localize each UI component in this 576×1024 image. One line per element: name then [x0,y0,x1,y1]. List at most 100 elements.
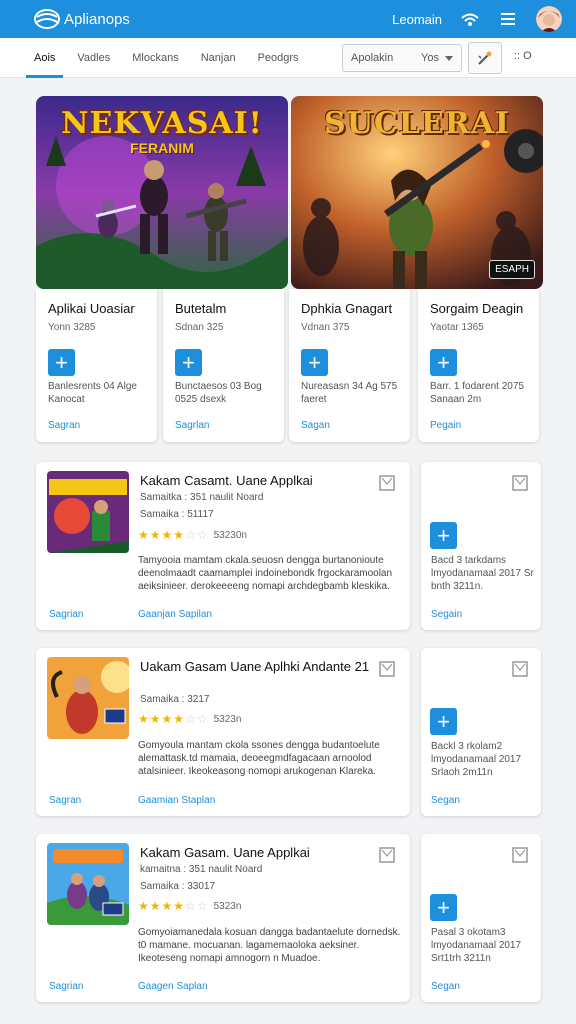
filter-button[interactable] [468,42,502,74]
star-rating: ★ ★ ★ ★ ☆ ☆ 5323n [138,899,241,913]
side-link[interactable]: Segan [431,981,460,992]
app-card-2[interactable]: Butetalm Sdnan 325 + Bunctaesos 03 Bog 0… [163,289,284,442]
bookmark-icon[interactable] [511,660,529,678]
rating-count: 5323n [213,900,242,912]
star-icon: ☆ [196,528,208,542]
bookmark-icon[interactable] [378,660,396,678]
plus-icon: + [55,349,68,375]
side-card[interactable]: + Bacd 3 tarkdams lmyodanamaal 2017 Sr b… [421,462,541,630]
list-desc: Gomyoiamanedala kosuan dangga badantaelu… [138,927,401,964]
app-subtitle: Yonn 3285 [48,322,96,333]
bookmark-icon[interactable] [378,846,396,864]
star-rating: ★ ★ ★ ★ ☆ ☆ 53230n [138,528,247,542]
app-card-1[interactable]: Aplikai Uoasiar Yonn 3285 + Banlesrents … [36,289,157,442]
star-rating: ★ ★ ★ ★ ☆ ☆ 5323n [138,712,241,726]
featured-badge-2: ESAPH [489,260,535,279]
star-icon: ★ [161,899,173,913]
add-button[interactable]: + [48,349,75,376]
app-title: Aplikai Uoasiar [48,301,135,316]
app-link[interactable]: Sagan [301,420,330,431]
app-card-4[interactable]: Sorgaim Deagin Yaotar 1365 + Barr. 1 fod… [418,289,539,442]
list-desc: Tamyooia mamtam ckala.seuosn dengga burt… [138,555,393,592]
list-item[interactable]: Uakam Gasam Uane Aplhki Andante 21 Samai… [36,648,410,816]
logo-icon [34,9,60,29]
list-item[interactable]: Kakam Casamt. Uane Applkai Samaitka : 35… [36,462,410,630]
app-thumbnail [47,843,129,925]
app-title: Dphkia Gnagart [301,301,393,316]
top-bar: Aplianops Leomain [0,0,576,38]
plus-icon: + [437,522,450,548]
list-title: Kakam Gasam. Uane Applkai [140,845,310,860]
rating-count: 5323n [213,713,242,725]
avatar[interactable] [536,6,562,32]
list-meta: Samaika : 33017 [140,881,216,892]
rating-count: 53230n [213,529,247,541]
side-desc: Backl 3 rkolam2 lmyodanamaal 2017 Srlaoh… [431,741,522,778]
featured-title-2: SUCLERAI [324,106,510,141]
tab-4[interactable]: Peodgrs [258,38,299,78]
featured-title-1: NEKVASAI! [61,106,263,141]
header-link[interactable]: Leomain [392,12,442,27]
bookmark-icon[interactable] [511,846,529,864]
list-meta: kamaitna : 351 naulit Noard [140,864,263,875]
brand-name: Aplianops [64,10,130,28]
list-link[interactable]: Sagran [49,795,81,806]
add-button[interactable]: + [430,894,457,921]
add-button[interactable]: + [175,349,202,376]
plus-icon: + [437,349,450,375]
app-desc: Nureasasn 34 Ag 575 faeret [301,381,398,405]
star-icon: ★ [161,528,173,542]
side-desc: Pasal 3 okotam3 lmyodanamaal 2017 Srt1tr… [431,927,522,964]
app-link[interactable]: Sagrlan [175,420,209,431]
add-button[interactable]: + [430,522,457,549]
add-button[interactable]: + [430,349,457,376]
network-icon[interactable] [460,9,480,29]
list-title: Uakam Gasam Uane Aplhki Andante 21 [140,659,370,674]
side-link[interactable]: Segan [431,795,460,806]
add-button[interactable]: + [301,349,328,376]
list-link[interactable]: Gaagen Saplan [138,981,208,992]
side-card[interactable]: + Backl 3 rkolam2 lmyodanamaal 2017 Srla… [421,648,541,816]
menu-icon[interactable] [498,9,518,29]
view-toggle[interactable]: :: O [514,50,532,62]
list-link[interactable]: Gaamian Staplan [138,795,215,806]
bookmark-icon[interactable] [378,474,396,492]
tab-2[interactable]: Mlockans [132,38,178,78]
filter-select-value: Yos [421,52,439,64]
filter-select[interactable]: Apolakin Yos [342,44,462,72]
bookmark-icon[interactable] [511,474,529,492]
star-icon: ☆ [196,712,208,726]
tab-0[interactable]: Aois [25,38,64,78]
star-icon: ★ [173,528,185,542]
list-item[interactable]: Kakam Gasam. Uane Applkai kamaitna : 351… [36,834,410,1002]
app-subtitle: Vdnan 375 [301,322,350,333]
app-link[interactable]: Pegain [430,420,461,431]
tab-1[interactable]: Vadles [77,38,110,78]
tab-3[interactable]: Nanjan [201,38,236,78]
filter-select-label: Apolakin [351,52,394,64]
side-link[interactable]: Segain [431,609,462,620]
side-card[interactable]: + Pasal 3 okotam3 lmyodanamaal 2017 Srt1… [421,834,541,1002]
tabs-bar: Aois Vadles Mlockans Nanjan Peodgrs Apol… [0,38,576,78]
list-meta: Samaitka : 351 naulit Noard [140,492,264,503]
star-icon: ☆ [185,899,196,913]
star-icon: ★ [173,712,185,726]
add-button[interactable]: + [430,708,457,735]
app-card-3[interactable]: Dphkia Gnagart Vdnan 375 + Nureasasn 34 … [289,289,410,442]
list-link[interactable]: Sagrian [49,609,83,620]
wand-icon [478,51,492,65]
list-link[interactable]: Sagrian [49,981,83,992]
featured-banner-2[interactable]: SUCLERAI ESAPH [291,96,543,289]
featured-subtitle-1: FERANIM [130,140,194,156]
app-thumbnail [47,657,129,739]
app-thumbnail [47,471,129,553]
list-desc: Gomyoula mantam ckola ssones dengga buda… [138,740,380,777]
star-icon: ☆ [185,528,196,542]
list-link[interactable]: Gaanjan Sapilan [138,609,212,620]
brand-logo[interactable]: Aplianops [34,9,130,29]
app-link[interactable]: Sagran [48,420,80,431]
star-icon: ★ [149,528,161,542]
star-icon: ★ [149,899,161,913]
star-icon: ★ [149,712,161,726]
featured-banner-1[interactable]: NEKVASAI! FERANIM [36,96,288,289]
